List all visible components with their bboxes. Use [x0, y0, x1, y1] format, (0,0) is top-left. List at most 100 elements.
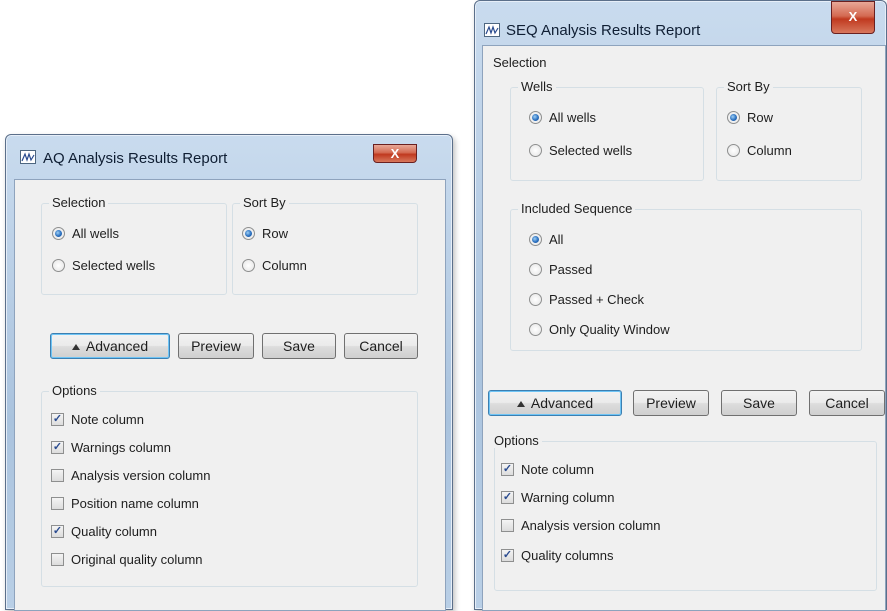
aq-radio-all-wells-label: All wells — [72, 226, 119, 241]
checkbox-unchecked-icon — [51, 497, 64, 510]
radio-selected-icon — [52, 227, 65, 240]
aq-radio-column[interactable]: Column — [242, 258, 307, 273]
radio-unselected-icon — [529, 144, 542, 157]
seq-window-title: SEQ Analysis Results Report — [506, 22, 701, 39]
seq-cancel-button[interactable]: Cancel — [809, 390, 885, 416]
radio-unselected-icon — [52, 259, 65, 272]
seq-title-bar[interactable]: SEQ Analysis Results Report X — [475, 1, 886, 39]
seq-checkbox-analysis-version-column[interactable]: Analysis version column — [501, 518, 660, 533]
seq-checkbox-note-column[interactable]: ✓ Note column — [501, 462, 594, 477]
seq-preview-button[interactable]: Preview — [633, 390, 709, 416]
checkbox-checked-icon: ✓ — [501, 463, 514, 476]
seq-close-button[interactable]: X — [831, 1, 875, 34]
aq-checkbox-label: Quality column — [71, 524, 157, 539]
checkbox-unchecked-icon — [51, 553, 64, 566]
seq-advanced-label: Advanced — [530, 395, 594, 411]
aq-radio-row[interactable]: Row — [242, 226, 288, 241]
aq-sortby-group: Sort By Row Column — [232, 195, 418, 295]
seq-sortby-label: Sort By — [724, 79, 773, 94]
seq-included-radio-all[interactable]: All — [529, 232, 563, 247]
seq-checkbox-label: Quality columns — [521, 548, 614, 563]
seq-radio-all-wells-label: All wells — [549, 110, 596, 125]
aq-advanced-button[interactable]: Advanced — [50, 333, 170, 359]
checkbox-unchecked-icon — [501, 519, 514, 532]
aq-cancel-button[interactable]: Cancel — [344, 333, 418, 359]
aq-radio-selected-wells-label: Selected wells — [72, 258, 156, 273]
seq-included-radio-label: All — [549, 232, 564, 247]
aq-report-window: AQ Analysis Results Report X Selection A… — [5, 134, 453, 611]
aq-preview-button[interactable]: Preview — [178, 333, 254, 359]
aq-client-area: Selection All wells Selected wells Sort … — [14, 179, 446, 611]
radio-unselected-icon — [529, 263, 542, 276]
seq-client-area: Selection Wells All wells Selected wells… — [482, 45, 886, 611]
seq-included-radio-label: Only Quality Window — [549, 322, 670, 337]
aq-checkbox-note-column[interactable]: ✓ Note column — [51, 412, 144, 427]
seq-report-window: SEQ Analysis Results Report X Selection … — [474, 0, 887, 611]
seq-included-sequence-group: Included Sequence All Passed Passed + Chec… — [510, 201, 862, 351]
checkbox-checked-icon: ✓ — [51, 525, 64, 538]
aq-title-bar[interactable]: AQ Analysis Results Report X — [6, 135, 452, 169]
radio-unselected-icon — [242, 259, 255, 272]
aq-window-title: AQ Analysis Results Report — [43, 150, 228, 167]
aq-checkbox-label: Note column — [71, 412, 144, 427]
checkbox-checked-icon: ✓ — [501, 491, 514, 504]
seq-checkbox-quality-columns[interactable]: ✓ Quality columns — [501, 548, 613, 563]
aq-checkbox-original-quality-column[interactable]: Original quality column — [51, 552, 203, 567]
seq-sortby-group: Sort By Row Column — [716, 79, 862, 181]
checkbox-checked-icon: ✓ — [51, 413, 64, 426]
seq-included-radio-passed[interactable]: Passed — [529, 262, 592, 277]
aq-close-button[interactable]: X — [373, 144, 417, 163]
aq-checkbox-label: Original quality column — [71, 552, 203, 567]
aq-options-group: Options ✓ Note column ✓ Warnings column Anal… — [41, 383, 418, 587]
seq-radio-row[interactable]: Row — [727, 110, 773, 125]
radio-unselected-icon — [529, 293, 542, 306]
aq-checkbox-quality-column[interactable]: ✓ Quality column — [51, 524, 157, 539]
seq-included-radio-label: Passed — [549, 262, 593, 277]
radio-selected-icon — [529, 111, 542, 124]
seq-radio-selected-wells-label: Selected wells — [549, 143, 633, 158]
radio-unselected-icon — [529, 323, 542, 336]
seq-save-button[interactable]: Save — [721, 390, 797, 416]
aq-checkbox-label: Warnings column — [71, 440, 171, 455]
seq-wells-label: Wells — [518, 79, 556, 94]
seq-selection-label: Selection — [490, 55, 550, 70]
seq-checkbox-label: Note column — [521, 462, 594, 477]
seq-radio-all-wells[interactable]: All wells — [529, 110, 596, 125]
checkbox-unchecked-icon — [51, 469, 64, 482]
waveform-icon — [484, 23, 500, 37]
aq-selection-label: Selection — [49, 195, 109, 210]
aq-checkbox-position-name-column[interactable]: Position name column — [51, 496, 199, 511]
seq-included-radio-passed-check[interactable]: Passed + Check — [529, 292, 644, 307]
aq-options-label: Options — [49, 383, 100, 398]
radio-selected-icon — [529, 233, 542, 246]
seq-checkbox-label: Analysis version column — [521, 518, 661, 533]
seq-included-sequence-label: Included Sequence — [518, 201, 636, 216]
radio-selected-icon — [242, 227, 255, 240]
seq-options-group: Options ✓ Note column ✓ Warning column Analy… — [491, 433, 877, 591]
aq-advanced-label: Advanced — [85, 338, 149, 354]
waveform-icon — [20, 150, 36, 164]
seq-radio-row-label: Row — [747, 110, 774, 125]
seq-radio-selected-wells[interactable]: Selected wells — [529, 143, 632, 158]
aq-save-button[interactable]: Save — [262, 333, 336, 359]
aq-checkbox-warnings-column[interactable]: ✓ Warnings column — [51, 440, 171, 455]
aq-checkbox-label: Analysis version column — [71, 468, 211, 483]
seq-checkbox-label: Warning column — [521, 490, 615, 505]
seq-selection-group: Selection Wells All wells Selected wells… — [490, 55, 877, 382]
aq-radio-selected-wells[interactable]: Selected wells — [52, 258, 155, 273]
seq-advanced-button[interactable]: Advanced — [488, 390, 622, 416]
seq-included-radio-only-quality-window[interactable]: Only Quality Window — [529, 322, 670, 337]
seq-included-radio-label: Passed + Check — [549, 292, 645, 307]
seq-checkbox-warning-column[interactable]: ✓ Warning column — [501, 490, 614, 505]
seq-radio-column-label: Column — [747, 143, 792, 158]
triangle-up-icon — [71, 344, 80, 350]
aq-checkbox-analysis-version-column[interactable]: Analysis version column — [51, 468, 210, 483]
seq-radio-column[interactable]: Column — [727, 143, 792, 158]
aq-checkbox-label: Position name column — [71, 496, 199, 511]
seq-wells-group: Wells All wells Selected wells — [510, 79, 704, 181]
aq-selection-group: Selection All wells Selected wells — [41, 195, 227, 295]
triangle-up-icon — [516, 401, 525, 407]
aq-sortby-label: Sort By — [240, 195, 289, 210]
aq-radio-all-wells[interactable]: All wells — [52, 226, 119, 241]
seq-options-label: Options — [491, 433, 542, 448]
